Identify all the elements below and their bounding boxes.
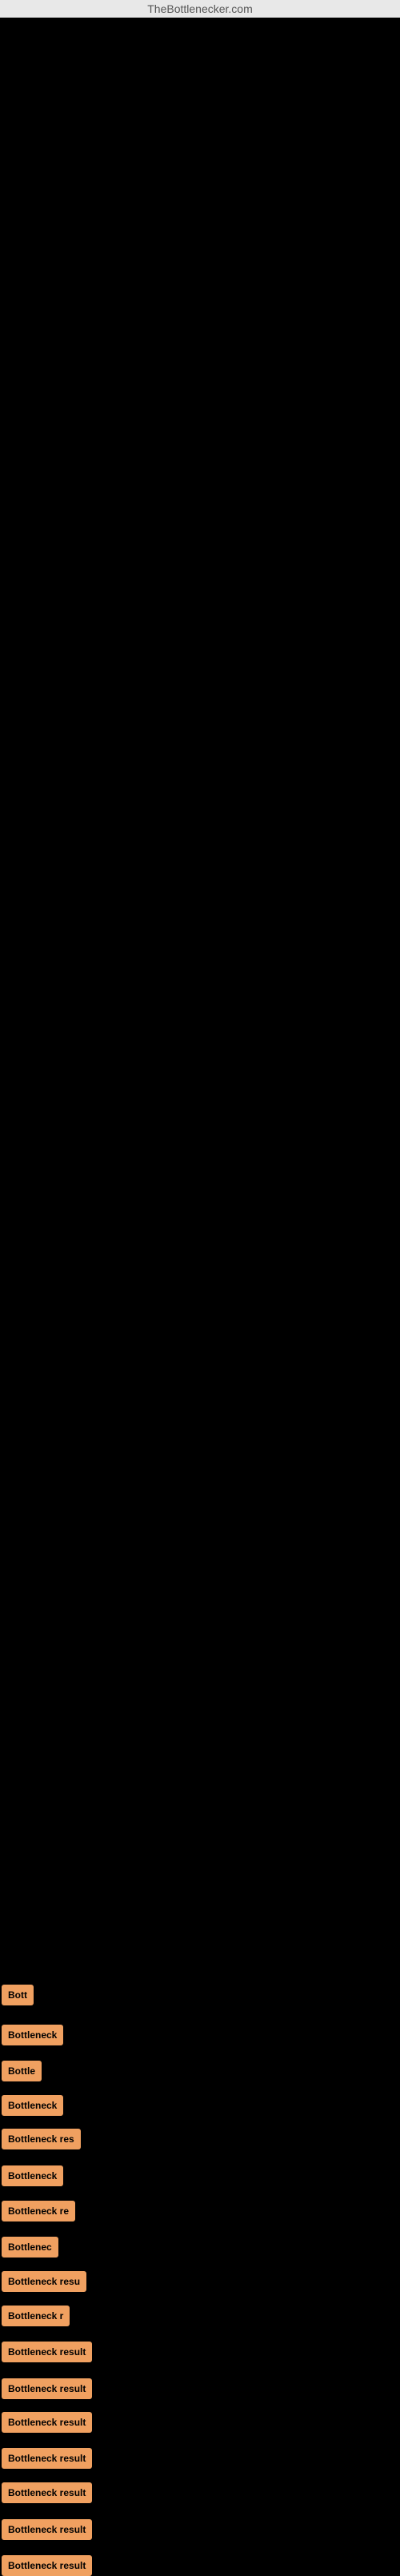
bottleneck-tag-14: Bottleneck result (2, 2448, 92, 2469)
bottleneck-row-13: Bottleneck result (2, 2412, 92, 2433)
bottleneck-row-3: Bottle (2, 2061, 42, 2081)
bottleneck-tag-6: Bottleneck (2, 2165, 63, 2186)
bottleneck-tag-8: Bottlenec (2, 2237, 58, 2258)
bottleneck-tag-15: Bottleneck result (2, 2482, 92, 2503)
bottleneck-tag-16: Bottleneck result (2, 2519, 92, 2540)
bottleneck-row-2: Bottleneck (2, 2025, 63, 2045)
bottleneck-tag-11: Bottleneck result (2, 2342, 92, 2362)
bottleneck-row-4: Bottleneck (2, 2095, 63, 2116)
bottleneck-tag-17: Bottleneck result (2, 2555, 92, 2576)
bottleneck-tag-12: Bottleneck result (2, 2378, 92, 2399)
chart-area (0, 18, 400, 1938)
bottleneck-row-9: Bottleneck resu (2, 2271, 86, 2292)
site-title: TheBottlenecker.com (147, 2, 253, 15)
bottleneck-tag-9: Bottleneck resu (2, 2271, 86, 2292)
bottleneck-row-12: Bottleneck result (2, 2378, 92, 2399)
bottleneck-row-10: Bottleneck r (2, 2306, 70, 2326)
bottleneck-row-17: Bottleneck result (2, 2555, 92, 2576)
bottleneck-tag-2: Bottleneck (2, 2025, 63, 2045)
bottleneck-row-8: Bottlenec (2, 2237, 58, 2258)
bottleneck-row-1: Bott (2, 1985, 34, 2005)
bottleneck-tag-13: Bottleneck result (2, 2412, 92, 2433)
bottleneck-row-16: Bottleneck result (2, 2519, 92, 2540)
bottleneck-row-14: Bottleneck result (2, 2448, 92, 2469)
bottleneck-row-5: Bottleneck res (2, 2129, 81, 2149)
bottleneck-row-7: Bottleneck re (2, 2201, 75, 2221)
bottleneck-tag-10: Bottleneck r (2, 2306, 70, 2326)
bottleneck-row-11: Bottleneck result (2, 2342, 92, 2362)
bottleneck-tag-3: Bottle (2, 2061, 42, 2081)
bottleneck-tag-1: Bott (2, 1985, 34, 2005)
bottleneck-tag-5: Bottleneck res (2, 2129, 81, 2149)
bottleneck-row-6: Bottleneck (2, 2165, 63, 2186)
bottleneck-row-15: Bottleneck result (2, 2482, 92, 2503)
bottleneck-tag-7: Bottleneck re (2, 2201, 75, 2221)
bottleneck-tag-4: Bottleneck (2, 2095, 63, 2116)
